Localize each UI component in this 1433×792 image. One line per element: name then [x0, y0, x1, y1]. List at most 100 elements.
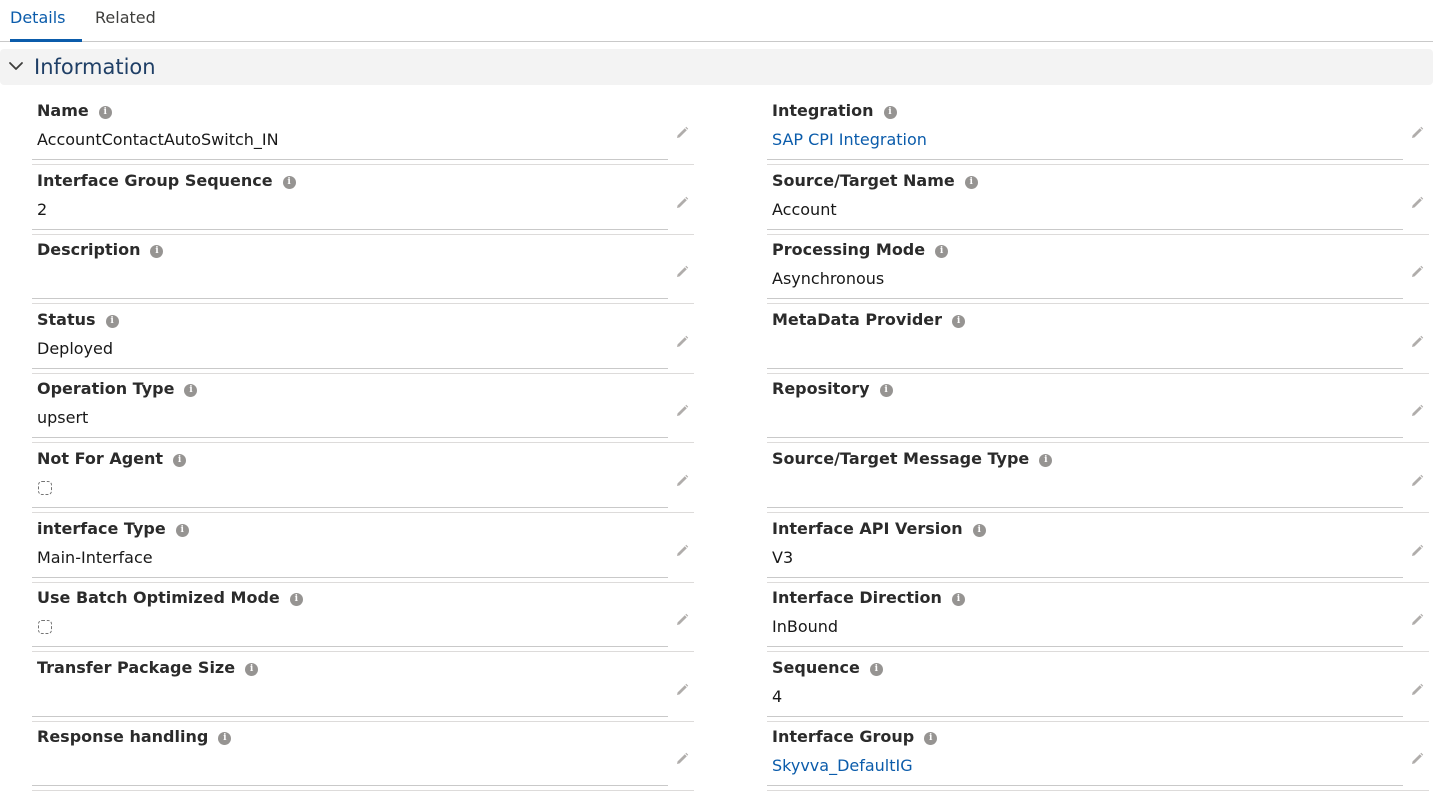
info-icon[interactable]: i [245, 663, 259, 676]
info-icon[interactable]: i [173, 454, 187, 467]
field-label: Interface Group i [772, 727, 938, 746]
pencil-edit-icon[interactable] [1409, 195, 1425, 211]
info-icon[interactable]: i [150, 245, 164, 258]
pencil-edit-icon[interactable] [1409, 751, 1425, 767]
pencil-edit-icon[interactable] [1409, 612, 1425, 628]
field-source-target-message-type: Source/Target Message Type i [767, 445, 1429, 514]
tab-details-label: Details [10, 8, 66, 27]
field-underline [32, 159, 668, 160]
row-divider [32, 721, 694, 722]
info-icon[interactable]: i [964, 176, 978, 189]
field-description: Description i [32, 236, 694, 305]
row-divider [767, 651, 1429, 652]
row-divider [767, 303, 1429, 304]
info-icon[interactable]: i [883, 106, 897, 119]
info-icon[interactable]: i [952, 315, 966, 328]
field-label-text: Use Batch Optimized Mode [37, 588, 280, 607]
pencil-edit-icon[interactable] [1409, 473, 1425, 489]
tab-bar: Details Related [0, 0, 1433, 42]
field-label-text: Status [37, 310, 96, 329]
field-source-target-name: Source/Target Name i Account [767, 167, 1429, 236]
info-icon[interactable]: i [289, 593, 303, 606]
field-underline [32, 229, 668, 230]
field-processing-mode: Processing Mode i Asynchronous [767, 236, 1429, 305]
pencil-edit-icon[interactable] [674, 195, 690, 211]
checkbox[interactable] [38, 620, 52, 634]
field-underline [32, 368, 668, 369]
row-divider [767, 721, 1429, 722]
pencil-edit-icon[interactable] [674, 264, 690, 280]
info-icon[interactable]: i [218, 732, 232, 745]
field-label: Operation Type i [37, 379, 198, 398]
field-underline [767, 785, 1403, 786]
info-icon[interactable]: i [935, 245, 949, 258]
field-status: Status i Deployed [32, 306, 694, 375]
info-icon[interactable]: i [1039, 454, 1053, 467]
field-label-text: Sequence [772, 658, 860, 677]
field-value-link[interactable]: SAP CPI Integration [772, 130, 927, 149]
pencil-edit-icon[interactable] [674, 543, 690, 559]
pencil-edit-icon[interactable] [1409, 682, 1425, 698]
checkbox[interactable] [38, 481, 52, 495]
pencil-edit-icon[interactable] [1409, 264, 1425, 280]
info-icon[interactable]: i [924, 732, 938, 745]
tab-related[interactable]: Related [95, 0, 156, 41]
section-header-information[interactable]: Information [0, 49, 1433, 85]
field-underline [767, 577, 1403, 578]
field-underline [32, 646, 668, 647]
row-divider [767, 790, 1429, 791]
field-label-text: Repository [772, 379, 870, 398]
pencil-edit-icon[interactable] [674, 682, 690, 698]
chevron-down-icon[interactable] [8, 58, 24, 74]
field-label: interface Type i [37, 519, 189, 538]
row-divider [767, 442, 1429, 443]
pencil-edit-icon[interactable] [674, 125, 690, 141]
field-label: Repository i [772, 379, 893, 398]
pencil-edit-icon[interactable] [674, 403, 690, 419]
info-icon[interactable]: i [972, 524, 986, 537]
field-label: MetaData Provider i [772, 310, 966, 329]
pencil-edit-icon[interactable] [674, 612, 690, 628]
pencil-edit-icon[interactable] [674, 334, 690, 350]
pencil-edit-icon[interactable] [674, 473, 690, 489]
row-divider [32, 373, 694, 374]
field-value: 2 [37, 200, 48, 219]
field-label: Transfer Package Size i [37, 658, 259, 677]
row-divider [767, 234, 1429, 235]
pencil-edit-icon[interactable] [1409, 403, 1425, 419]
info-icon[interactable]: i [869, 663, 883, 676]
section-title: Information [34, 55, 156, 79]
field-label-text: Interface API Version [772, 519, 963, 538]
pencil-edit-icon[interactable] [1409, 334, 1425, 350]
field-interface-api-version: Interface API Version i V3 [767, 515, 1429, 584]
field-value: InBound [772, 617, 839, 636]
pencil-edit-icon[interactable] [674, 751, 690, 767]
info-icon[interactable]: i [98, 106, 112, 119]
info-icon[interactable]: i [282, 176, 296, 189]
field-interface-type: interface Type i Main-Interface [32, 515, 694, 584]
field-interface-group-sequence: Interface Group Sequence i 2 [32, 167, 694, 236]
field-underline [767, 507, 1403, 508]
row-divider [767, 373, 1429, 374]
field-underline [767, 159, 1403, 160]
pencil-edit-icon[interactable] [1409, 543, 1425, 559]
field-value-link[interactable]: Skyvva_DefaultIG [772, 756, 913, 775]
field-label-text: Operation Type [37, 379, 175, 398]
row-divider [32, 164, 694, 165]
info-icon[interactable]: i [879, 384, 893, 397]
row-divider [32, 442, 694, 443]
row-divider [767, 582, 1429, 583]
field-use-batch-optimized-mode: Use Batch Optimized Mode i [32, 584, 694, 653]
field-underline [767, 716, 1403, 717]
tab-related-label: Related [95, 8, 156, 27]
tab-details[interactable]: Details [10, 0, 82, 42]
row-divider [32, 234, 694, 235]
field-value: Main-Interface [37, 548, 153, 567]
info-icon[interactable]: i [105, 315, 119, 328]
info-icon[interactable]: i [951, 593, 965, 606]
field-label: Status i [37, 310, 119, 329]
pencil-edit-icon[interactable] [1409, 125, 1425, 141]
field-value: AccountContactAutoSwitch_IN [37, 130, 279, 149]
info-icon[interactable]: i [184, 384, 198, 397]
info-icon[interactable]: i [175, 524, 189, 537]
